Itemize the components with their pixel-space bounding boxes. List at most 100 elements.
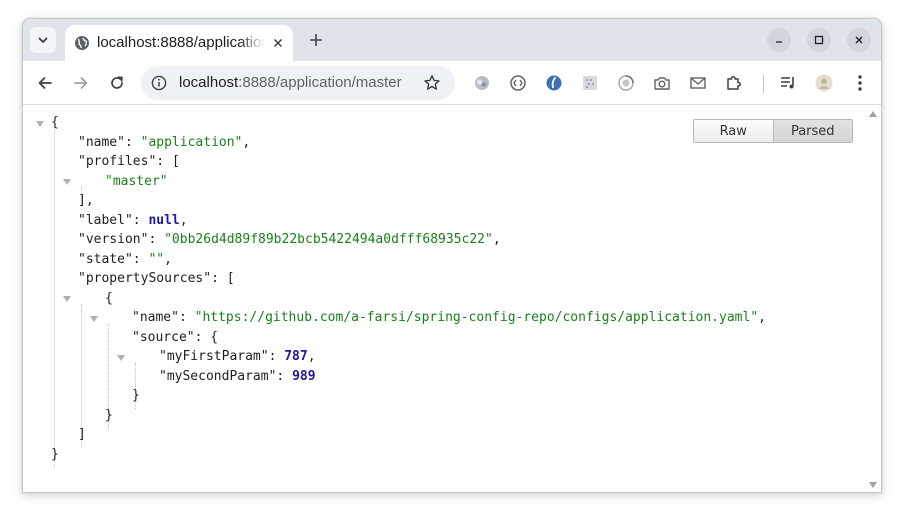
view-toggle: Raw Parsed bbox=[693, 119, 853, 143]
extension-4-icon[interactable] bbox=[581, 74, 599, 92]
scroll-up-arrow[interactable] bbox=[869, 111, 877, 117]
json-brace: } bbox=[51, 447, 59, 462]
page-content: Raw Parsed { "name": "application", "pro… bbox=[23, 106, 881, 492]
mail-icon[interactable] bbox=[689, 74, 707, 92]
json-key: "version" bbox=[78, 232, 149, 247]
json-null: null bbox=[148, 213, 180, 228]
json-line: { bbox=[51, 114, 59, 132]
json-line: "propertySources": [ bbox=[78, 271, 235, 286]
json-key: "name" bbox=[78, 135, 125, 150]
json-line: "mySecondParam": 989 bbox=[159, 369, 316, 384]
json-line: } bbox=[105, 407, 113, 425]
json-brace: } bbox=[132, 388, 140, 403]
new-tab-button[interactable] bbox=[305, 29, 327, 51]
plus-icon bbox=[310, 34, 322, 46]
chevron-down-icon bbox=[38, 37, 48, 43]
tab-active[interactable]: localhost:8888/application/master bbox=[65, 25, 293, 61]
json-key: "name" bbox=[132, 310, 179, 325]
camera-icon[interactable] bbox=[653, 74, 671, 92]
json-line: "master" bbox=[105, 173, 168, 191]
json-line: ], bbox=[78, 192, 94, 210]
json-line: "source": { bbox=[132, 330, 219, 345]
json-key: "state" bbox=[78, 252, 133, 267]
json-bracket: ], bbox=[78, 193, 94, 208]
parsed-button[interactable]: Parsed bbox=[773, 120, 852, 142]
tab-close-button[interactable] bbox=[269, 34, 287, 52]
url-path: :8888/application/master bbox=[238, 74, 402, 91]
json-line: "state": "", bbox=[78, 252, 172, 267]
browser-window: localhost:8888/application/master bbox=[22, 18, 882, 493]
json-line: "myFirstParam": 787, bbox=[159, 349, 316, 364]
json-string: "https://github.com/a-farsi/spring-confi… bbox=[194, 310, 759, 325]
json-string: "master" bbox=[105, 174, 168, 189]
extension-3-icon[interactable] bbox=[545, 74, 563, 92]
url-text[interactable]: localhost:8888/application/master bbox=[179, 74, 402, 91]
json-key: "source" bbox=[132, 330, 195, 345]
scroll-down-arrow[interactable] bbox=[869, 482, 877, 488]
tab-title: localhost:8888/application/master bbox=[97, 34, 265, 51]
json-line: "name": "application", bbox=[78, 135, 251, 150]
json-line: "profiles": [ bbox=[78, 154, 180, 169]
collapse-toggle[interactable] bbox=[90, 316, 98, 322]
globe-icon bbox=[75, 36, 89, 50]
json-string: "application" bbox=[140, 135, 243, 150]
puzzle-icon[interactable] bbox=[725, 74, 743, 92]
avatar-icon[interactable] bbox=[815, 74, 833, 92]
json-brace: } bbox=[105, 408, 113, 423]
indent-guide bbox=[54, 130, 55, 467]
json-bracket: [ bbox=[171, 154, 180, 169]
json-line: } bbox=[132, 387, 140, 405]
close-window-button[interactable] bbox=[847, 28, 871, 52]
maximize-button[interactable] bbox=[807, 28, 831, 52]
json-key: "propertySources" bbox=[78, 271, 212, 286]
info-icon[interactable] bbox=[151, 75, 167, 91]
minimize-button[interactable] bbox=[767, 28, 791, 52]
json-bracket: ] bbox=[78, 427, 86, 442]
json-bracket: [ bbox=[226, 271, 235, 286]
json-brace: { bbox=[210, 330, 219, 345]
json-line: } bbox=[51, 446, 59, 464]
json-string: "0bb26d4d89f89b22bcb5422494a0dfff68935c2… bbox=[164, 232, 493, 247]
raw-button[interactable]: Raw bbox=[694, 120, 774, 142]
collapse-toggle[interactable] bbox=[63, 296, 71, 302]
extension-5-icon[interactable] bbox=[617, 74, 635, 92]
json-number: 787 bbox=[284, 349, 308, 364]
back-button[interactable] bbox=[33, 71, 57, 95]
collapse-toggle[interactable] bbox=[63, 179, 71, 185]
json-brace: { bbox=[105, 291, 113, 306]
json-number: 989 bbox=[292, 369, 316, 384]
menu-button[interactable] bbox=[851, 74, 869, 92]
reload-button[interactable] bbox=[105, 71, 129, 95]
tab-strip: localhost:8888/application/master bbox=[23, 19, 881, 61]
star-icon[interactable] bbox=[423, 74, 441, 92]
toolbar-separator bbox=[763, 75, 764, 93]
minimize-icon bbox=[776, 41, 782, 43]
address-bar[interactable]: localhost:8888/application/master bbox=[141, 66, 455, 100]
json-line: "version": "0bb26d4d89f89b22bcb5422494a0… bbox=[78, 232, 501, 247]
reload-icon bbox=[111, 76, 123, 89]
url-host: localhost bbox=[179, 74, 239, 91]
toolbar: localhost:8888/application/master bbox=[23, 61, 881, 105]
json-key: "myFirstParam" bbox=[159, 349, 269, 364]
extension-1-icon[interactable] bbox=[473, 74, 491, 92]
close-icon bbox=[855, 36, 863, 44]
collapse-toggle[interactable] bbox=[36, 121, 44, 127]
json-key: "profiles" bbox=[78, 154, 157, 169]
json-line: "name": "https://github.com/a-farsi/spri… bbox=[132, 310, 766, 325]
json-line: { bbox=[105, 290, 113, 308]
arrow-right-icon bbox=[74, 77, 88, 89]
tab-search-button[interactable] bbox=[30, 27, 56, 53]
media-controls-icon[interactable] bbox=[779, 74, 797, 92]
json-line: "label": null, bbox=[78, 213, 188, 228]
close-icon bbox=[273, 38, 283, 48]
extension-2-icon[interactable] bbox=[509, 74, 527, 92]
three-dots-icon bbox=[858, 75, 862, 91]
forward-button[interactable] bbox=[69, 71, 93, 95]
json-key: "label" bbox=[78, 213, 133, 228]
maximize-icon bbox=[814, 35, 824, 45]
json-line: ] bbox=[78, 426, 86, 444]
json-key: "mySecondParam" bbox=[159, 369, 277, 384]
collapse-toggle[interactable] bbox=[117, 355, 125, 361]
json-brace: { bbox=[51, 115, 59, 130]
json-string: "" bbox=[148, 252, 165, 267]
